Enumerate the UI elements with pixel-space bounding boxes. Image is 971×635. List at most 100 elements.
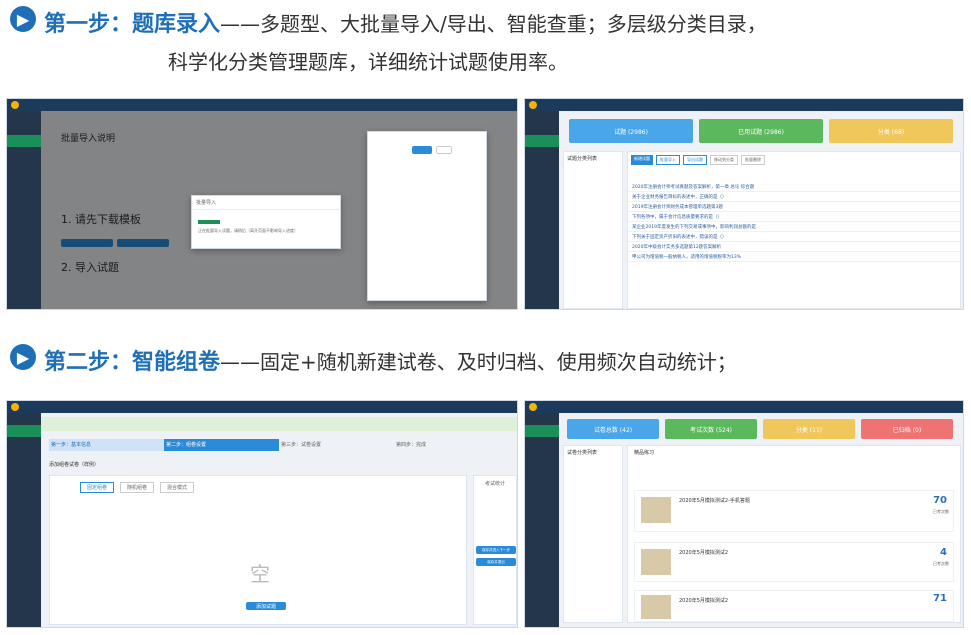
sidebar-item[interactable] — [7, 147, 41, 159]
screenshot-build-paper: 第一步：基本信息 第二步：组卷设置 第三步：试卷设置 第四步：完成 添加组卷试卷… — [6, 400, 518, 628]
table-row[interactable]: 2020年中级会计实务多选题第12题答案解析 — [628, 242, 960, 252]
preview-button[interactable] — [412, 146, 432, 154]
tree-title: 试卷分类列表 — [567, 450, 598, 456]
add-question-button[interactable]: 添加试题 — [246, 602, 286, 610]
empty-state-icon: 空 — [250, 562, 270, 586]
exam-count-label: 已考次数 — [933, 509, 949, 514]
stat-card-categories[interactable]: 分类 (68) — [829, 119, 953, 143]
stat-card-exams[interactable]: 考试次数 (524) — [665, 419, 757, 439]
sidebar-item[interactable] — [7, 449, 41, 461]
wizard-step-active: 第二步：组卷设置 — [164, 439, 279, 451]
top-bar — [525, 99, 963, 111]
play-circle-icon: ▶ — [10, 344, 36, 370]
stat-card-questions[interactable]: 试题 (2986) — [569, 119, 693, 143]
sidebar-item[interactable] — [7, 111, 41, 123]
stat-card-archived[interactable]: 已归档 (0) — [861, 419, 953, 439]
paper-category-tree: 试卷分类列表 — [563, 445, 623, 623]
paper-card[interactable]: 2020年5月模拟测试2 4 已考次数 — [634, 542, 954, 582]
sidebar — [525, 111, 559, 309]
stats-title: 考试统计 — [484, 481, 505, 487]
logo-icon — [11, 403, 19, 411]
save-exit-button[interactable]: 保存并退出 — [476, 558, 516, 566]
save-next-button[interactable]: 保存并进入下一步 — [476, 546, 516, 554]
sidebar — [525, 413, 559, 627]
table-row[interactable]: 2019年注册会计师财务成本管理单选题第3题 — [628, 202, 960, 212]
modal-title: 批量导入 — [192, 196, 340, 210]
cancel-button[interactable] — [436, 146, 452, 154]
wizard-steps: 第一步：基本信息 第二步：组卷设置 第三步：试卷设置 第四步：完成 — [49, 439, 509, 451]
paper-list: 精品练习 2020年5月模拟测试2-手机答题 70 已考次数 2020年5月模拟… — [627, 445, 961, 623]
screenshot-paper-list: 试卷总数 (42) 考试次数 (524) 分类 (11) 已归档 (0) 试卷分… — [524, 400, 964, 628]
wizard-step: 第四步：完成 — [394, 439, 509, 451]
table-row[interactable]: 某企业2019年度发生的下列交易或事项中，影响利润总额的是 — [628, 222, 960, 232]
sidebar-item-active[interactable] — [7, 425, 41, 437]
add-question-button[interactable]: 新增试题 — [631, 155, 653, 165]
step1-title: 第一步：题库录入 — [44, 12, 221, 37]
paper-title[interactable]: 2020年5月模拟测试2-手机答题 — [679, 497, 750, 504]
stat-card-used[interactable]: 已用试题 (2986) — [699, 119, 823, 143]
paper-card[interactable]: 2020年5月模拟测试2-手机答题 70 已考次数 — [634, 490, 954, 532]
top-bar — [525, 401, 963, 413]
question-table: 新增试题 批量导入 导出试题 移动到分类 批量删除 2020年注册会计师考试真题… — [627, 151, 961, 309]
step2-heading: ▶ 第二步：智能组卷 ——固定+随机新建试卷、及时归档、使用频次自动统计； — [10, 344, 737, 376]
table-row[interactable]: 关于企业财务报告目标的表述中，正确的是（） — [628, 192, 960, 202]
paper-title[interactable]: 2020年5月模拟测试2 — [679, 549, 728, 556]
list-title: 精品练习 — [634, 450, 655, 456]
logo-icon — [11, 101, 19, 109]
exam-count: 71 — [933, 593, 947, 604]
play-circle-icon: ▶ — [10, 6, 36, 32]
stat-card-categories[interactable]: 分类 (11) — [763, 419, 855, 439]
sidebar-item[interactable] — [525, 147, 559, 159]
logo-icon — [529, 403, 537, 411]
sidebar-item[interactable] — [7, 123, 41, 135]
table-row[interactable]: 甲公司为增值税一般纳税人，适用的增值税税率为13% — [628, 252, 960, 262]
tab-mixed[interactable]: 混合模式 — [160, 482, 195, 493]
import-modal: 批量导入 正在批量导入试题，请稍后（离开页面不影响导入进度） — [191, 195, 341, 249]
paper-thumbnail — [641, 497, 671, 523]
main-area: 试题 (2986) 已用试题 (2986) 分类 (68) 试题分类列表 新增试… — [559, 111, 963, 309]
paper-title[interactable]: 2020年5月模拟测试2 — [679, 597, 728, 604]
move-button[interactable]: 移动到分类 — [710, 155, 738, 165]
modal-text: 正在批量导入试题，请稍后（离开页面不影响导入进度） — [198, 228, 298, 233]
batch-import-button[interactable]: 批量导入 — [656, 155, 680, 165]
sidebar-item[interactable] — [525, 437, 559, 449]
step1-heading: ▶ 第一步：题库录入 ——多题型、大批量导入/导出、智能查重；多层级分类目录， … — [10, 6, 767, 75]
sidebar-item[interactable] — [525, 111, 559, 123]
step2-desc-line1: ——固定+随机新建试卷、及时归档、使用频次自动统计； — [220, 350, 737, 374]
wizard-step: 第三步：试卷设置 — [279, 439, 394, 451]
main-area: 批量导入说明 1. 请先下载模板 2. 导入试题 批量导入 正在批量导入试题，请… — [41, 111, 517, 309]
tree-title: 试题分类列表 — [567, 156, 598, 162]
main-area: 试卷总数 (42) 考试次数 (524) 分类 (11) 已归档 (0) 试卷分… — [559, 413, 963, 627]
exam-count-label: 已考次数 — [933, 561, 949, 566]
table-row[interactable]: 下列各项中，属于会计信息质量要求的是（） — [628, 212, 960, 222]
sidebar-item-active[interactable] — [7, 135, 41, 147]
template-preview-panel — [367, 131, 487, 301]
table-row[interactable]: 下列关于固定资产折旧的表述中，错误的是（） — [628, 232, 960, 242]
sidebar-item[interactable] — [7, 437, 41, 449]
batch-delete-button[interactable]: 批量删除 — [741, 155, 765, 165]
sidebar-item-active[interactable] — [525, 135, 559, 147]
table-row[interactable]: 2020年注册会计师考试真题及答案解析，第一章 总论 综合题 — [628, 182, 960, 192]
stat-card-papers[interactable]: 试卷总数 (42) — [567, 419, 659, 439]
sidebar-item[interactable] — [525, 123, 559, 135]
sidebar-item[interactable] — [525, 413, 559, 425]
notice-bar — [41, 417, 517, 431]
stats-panel: 考试统计 保存并进入下一步 保存并退出 — [473, 475, 517, 625]
paper-card[interactable]: 2020年5月模拟测试2 71 — [634, 590, 954, 622]
logo-icon — [529, 101, 537, 109]
main-area: 第一步：基本信息 第二步：组卷设置 第三步：试卷设置 第四步：完成 添加组卷试卷… — [41, 413, 517, 627]
top-bar — [7, 401, 517, 413]
tab-random[interactable]: 随机组卷 — [120, 482, 155, 493]
sidebar-item[interactable] — [7, 413, 41, 425]
sidebar-item-active[interactable] — [525, 425, 559, 437]
screenshot-question-bank: 试题 (2986) 已用试题 (2986) 分类 (68) 试题分类列表 新增试… — [524, 98, 964, 310]
screenshot-batch-import: 批量导入说明 1. 请先下载模板 2. 导入试题 批量导入 正在批量导入试题，请… — [6, 98, 518, 310]
sidebar-item[interactable] — [7, 159, 41, 171]
step2-title: 第二步：智能组卷 — [44, 350, 221, 375]
form-title: 添加组卷试卷（样例） — [49, 462, 100, 468]
paper-thumbnail — [641, 549, 671, 575]
export-button[interactable]: 导出试题 — [683, 155, 707, 165]
tab-fixed[interactable]: 固定组卷 — [80, 482, 115, 493]
step1-desc-line2: 科学化分类管理题库，详细统计试题使用率。 — [168, 50, 568, 74]
top-bar — [7, 99, 517, 111]
